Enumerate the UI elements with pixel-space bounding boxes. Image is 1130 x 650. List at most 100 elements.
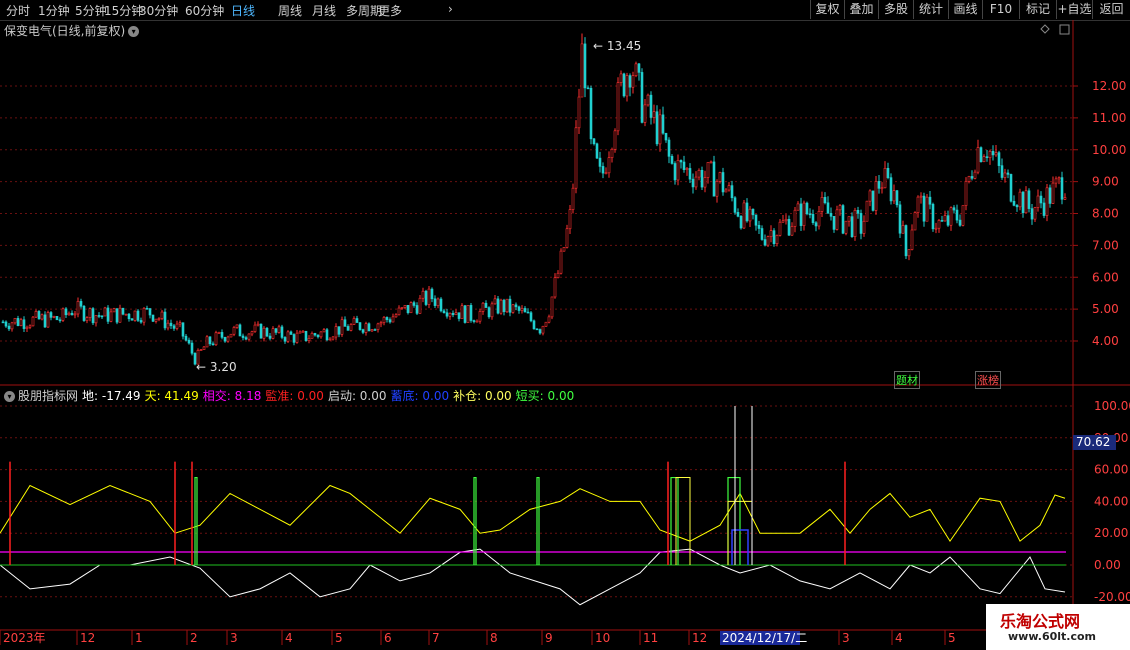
candle (826, 202, 830, 214)
tab-4[interactable]: 30分钟 (139, 2, 178, 19)
candle (373, 329, 377, 331)
watermark-logo: 乐淘公式网 www.60lt.com (986, 604, 1130, 650)
candle (649, 94, 653, 118)
candle (688, 168, 692, 180)
candle (886, 167, 890, 178)
candle (766, 236, 770, 246)
date-label: 5 (335, 631, 343, 645)
candle (421, 290, 425, 299)
candle (274, 328, 278, 333)
candle (838, 205, 842, 211)
tab-1[interactable]: 1分钟 (38, 2, 70, 19)
tab-6[interactable]: 日线 (231, 2, 255, 19)
indicator-tick-label: 100.00 (1094, 399, 1130, 413)
indicator-tick-label: 20.00 (1094, 526, 1128, 540)
signal-bar-green (473, 476, 477, 565)
candle (946, 215, 950, 226)
date-label: 1 (135, 631, 143, 645)
chevron-down-icon[interactable]: ▾ (4, 391, 15, 402)
candle (625, 75, 629, 97)
candle (979, 147, 983, 163)
candle (727, 185, 731, 191)
toolbar-button-7[interactable]: +自选 (1056, 0, 1092, 19)
candle (526, 311, 530, 314)
candle (535, 328, 539, 331)
tab-10[interactable]: 更多 (378, 2, 402, 19)
candle (868, 190, 872, 202)
indicator-header: ▾ 股朋指标网 地: -17.49 天: 41.49 相交: 8.18 監准: 0.00 启… (4, 387, 578, 404)
toolbar-button-4[interactable]: 画线 (948, 0, 982, 19)
date-label: 6 (384, 631, 392, 645)
candle (220, 332, 224, 338)
candle (967, 176, 971, 182)
toolbar-button-3[interactable]: 统计 (913, 0, 948, 19)
tag-rank[interactable]: 涨榜 (975, 371, 1001, 389)
candle (301, 330, 305, 333)
candle (571, 187, 575, 210)
candle (757, 224, 761, 229)
candle (310, 333, 314, 339)
candle (862, 220, 866, 234)
candle (163, 311, 167, 329)
candle (307, 338, 311, 341)
toolbar-button-5[interactable]: F10 (982, 0, 1019, 19)
candle (496, 298, 500, 314)
tab-3[interactable]: 15分钟 (104, 2, 143, 19)
candle (316, 334, 320, 338)
candle (865, 200, 869, 222)
candle (895, 190, 899, 206)
candle (4, 321, 8, 327)
date-label: 11 (643, 631, 658, 645)
candle (1021, 191, 1025, 214)
candle (718, 172, 722, 182)
candle (733, 197, 737, 213)
candle (637, 63, 641, 73)
candle (601, 166, 605, 174)
candle (598, 157, 602, 167)
candle (319, 331, 323, 338)
candle (124, 313, 128, 316)
date-label: 3 (842, 631, 850, 645)
candle (634, 63, 638, 76)
candle (1027, 190, 1031, 209)
candle (46, 312, 50, 328)
candle (538, 329, 542, 334)
toolbar-button-2[interactable]: 多股 (878, 0, 913, 19)
candle (811, 214, 815, 223)
candle (190, 342, 194, 354)
candle (340, 319, 344, 335)
price-tick-label: 4.00 (1092, 334, 1119, 348)
chevron-down-icon[interactable]: ▾ (128, 26, 140, 37)
tab-2[interactable]: 5分钟 (75, 2, 107, 19)
candle (955, 209, 959, 221)
candle (493, 298, 497, 305)
candle (7, 325, 11, 330)
chart-header: 保变电气(日线,前复权) ▾ (4, 22, 140, 39)
indicator-name[interactable]: 股朋指标网 (18, 389, 78, 403)
tab-5[interactable]: 60分钟 (185, 2, 224, 19)
candle (145, 307, 149, 310)
tab-7[interactable]: 周线 (278, 2, 302, 19)
toolbar-button-8[interactable]: 返回 (1092, 0, 1130, 19)
tab-9[interactable]: 多周期 (346, 2, 382, 19)
toolbar-button-6[interactable]: 标记 (1019, 0, 1056, 19)
window-icon (1059, 24, 1070, 35)
chevron-right-icon[interactable]: › (448, 2, 453, 16)
candle (808, 213, 812, 216)
candle (724, 189, 728, 193)
candle (19, 319, 23, 326)
toolbar-button-0[interactable]: 复权 (810, 0, 844, 19)
candle (607, 157, 611, 174)
tab-0[interactable]: 分时 (6, 2, 30, 19)
candle (361, 329, 365, 333)
candle (928, 196, 932, 205)
tag-topic[interactable]: 题材 (894, 371, 920, 389)
date-label: 10 (595, 631, 610, 645)
stock-chart[interactable]: 12.0011.0010.009.008.007.006.005.004.001… (0, 0, 1130, 650)
tab-8[interactable]: 月线 (312, 2, 336, 19)
toolbar-button-1[interactable]: 叠加 (844, 0, 878, 19)
candle (205, 336, 209, 348)
candle (313, 333, 317, 336)
candle (751, 208, 755, 216)
candle (1057, 177, 1061, 180)
